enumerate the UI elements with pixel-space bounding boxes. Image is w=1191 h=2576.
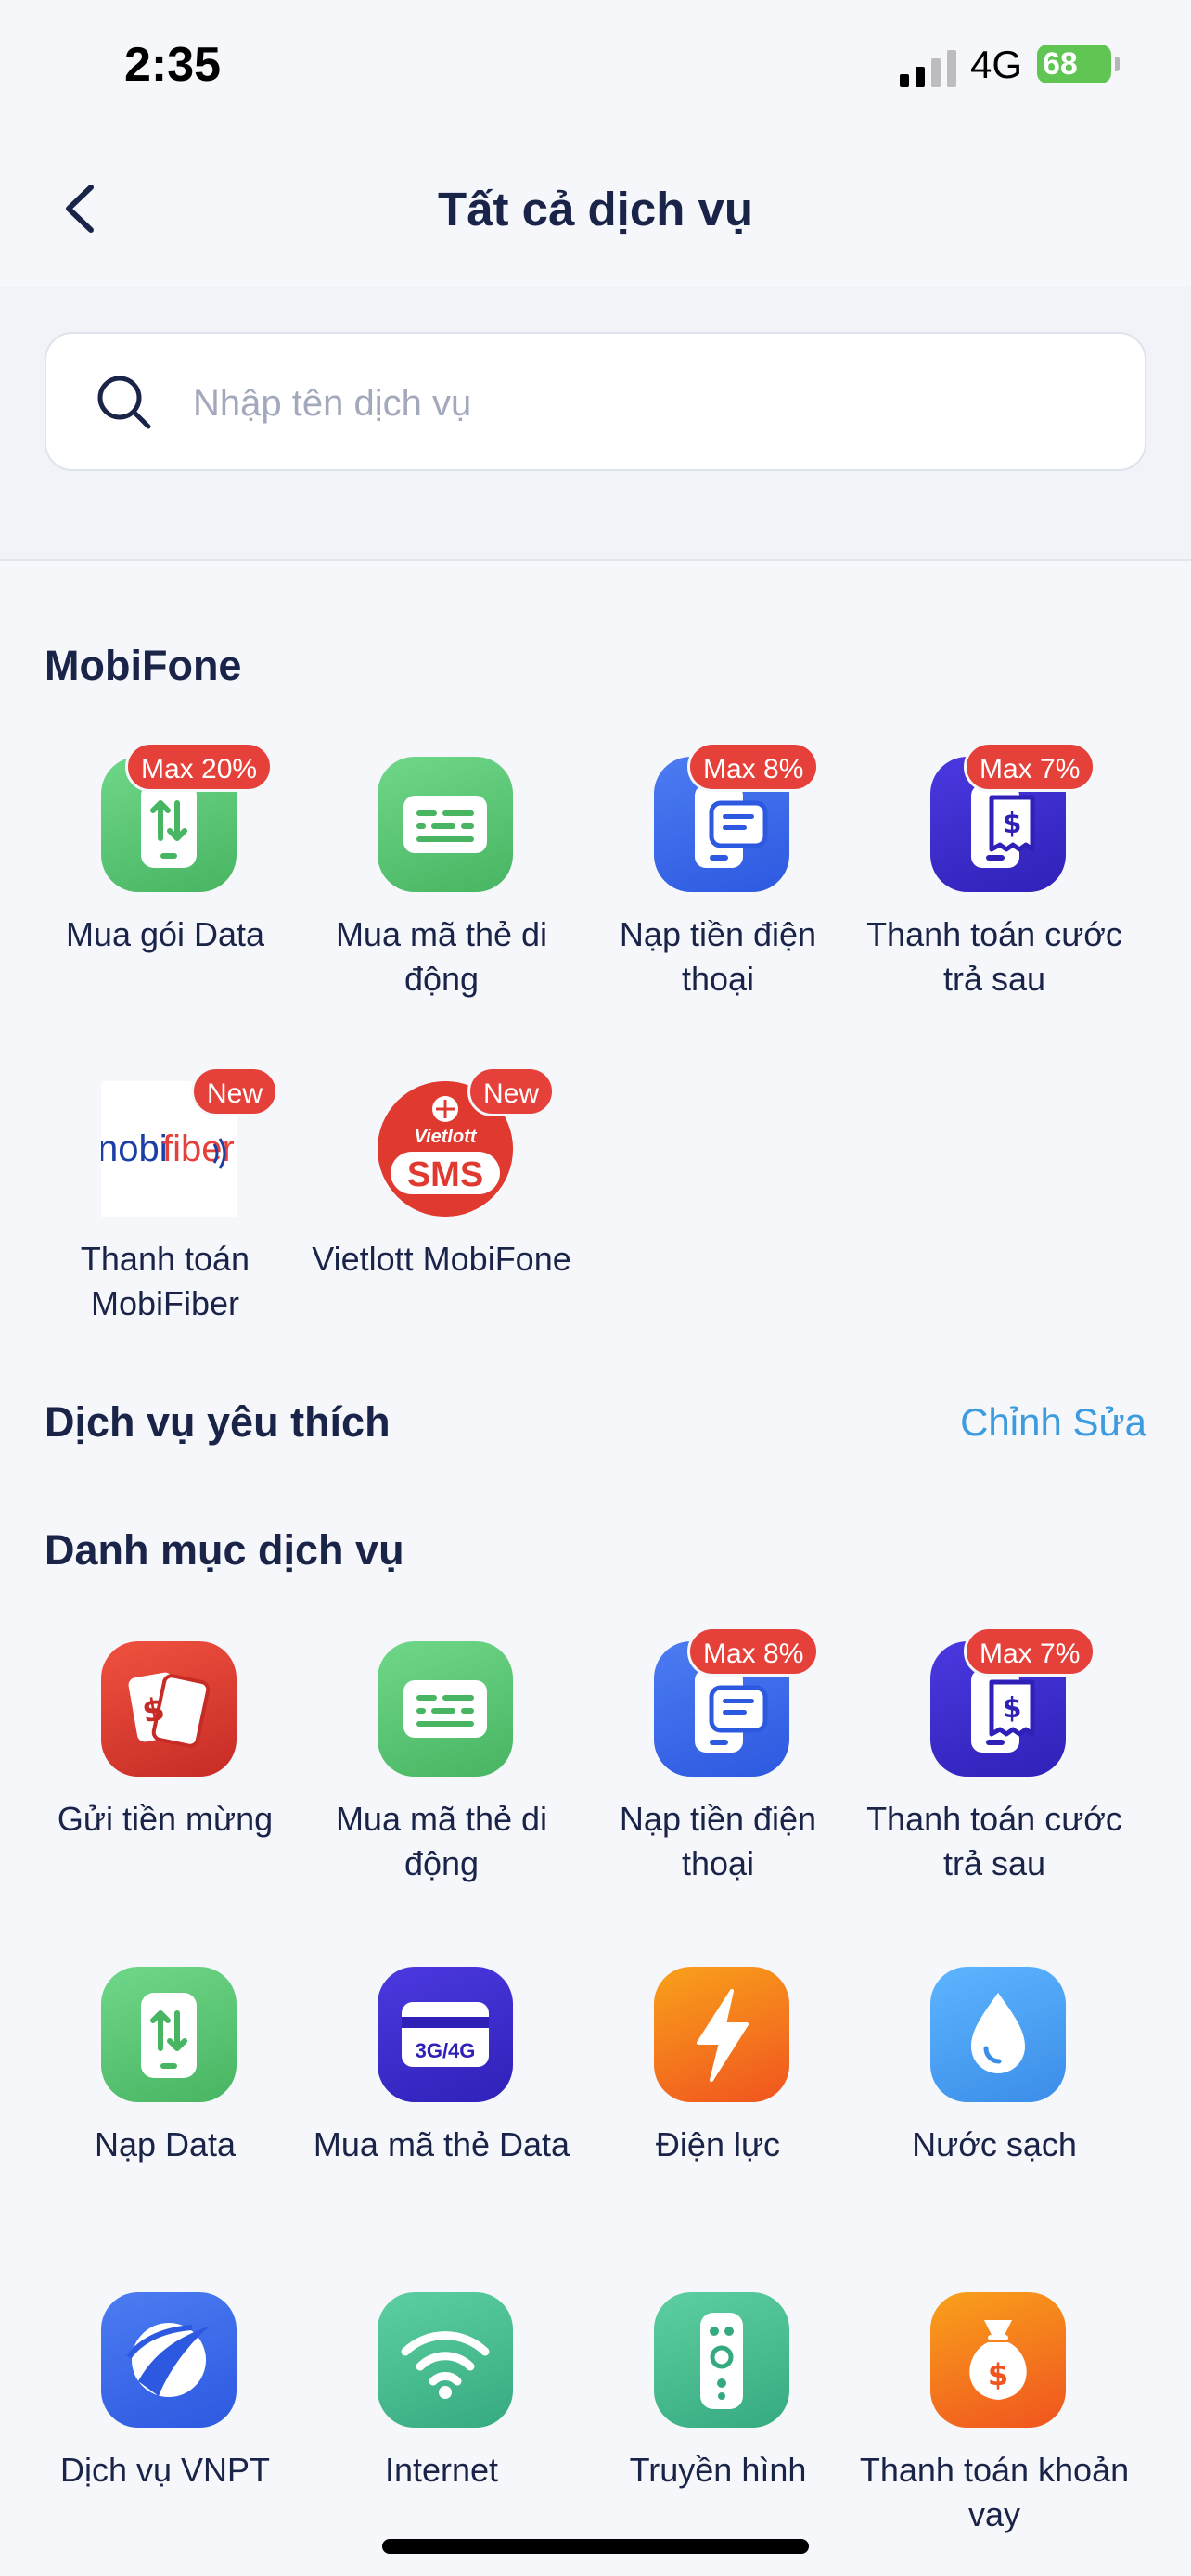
service-tile-phone-topup[interactable]: Max 8% Nạp tiền điện thoại xyxy=(579,742,857,1035)
discount-badge: Max 20% xyxy=(125,742,274,792)
service-label: Mua mã thẻ di động xyxy=(335,915,548,998)
service-label: Mua mã thẻ di động xyxy=(335,1800,548,1882)
search-box[interactable] xyxy=(45,332,1146,471)
service-label: Dịch vụ VNPT xyxy=(59,2451,271,2489)
search-icon xyxy=(97,376,151,429)
search-section xyxy=(0,287,1191,561)
service-tile-gift-money[interactable]: $ Gửi tiền mừng xyxy=(26,1641,304,1919)
service-label: Gửi tiền mừng xyxy=(57,1800,274,1838)
service-tile-mobifiber[interactable]: nobi fiber New Thanh toán MobiFiber xyxy=(26,1066,304,1359)
service-tile-buy-card[interactable]: Mua mã thẻ di động xyxy=(302,757,581,1035)
search-input[interactable] xyxy=(193,371,1028,436)
vietlott-sms-text: SMS xyxy=(407,1155,483,1194)
svg-text:$: $ xyxy=(1003,1692,1022,1725)
service-tile-postpaid[interactable]: $ Max 7% Thanh toán cước trả sau xyxy=(855,742,1133,1035)
battery-icon: 68 xyxy=(1037,45,1111,83)
discount-badge: Max 8% xyxy=(687,742,820,792)
data-card-text: 3G/4G xyxy=(416,2039,476,2062)
service-tile-internet[interactable]: Internet xyxy=(302,2292,581,2570)
service-tile-vietlott[interactable]: SMS Vietlott New Vietlott MobiFone xyxy=(302,1066,581,1359)
lightning-icon xyxy=(654,1967,789,2102)
card-icon xyxy=(378,1641,513,1777)
page-title: Tất cả dịch vụ xyxy=(437,183,754,236)
service-label: Truyền hình xyxy=(629,2451,807,2489)
service-tile-buy-card[interactable]: Mua mã thẻ di động xyxy=(302,1641,581,1919)
edit-favorites-link[interactable]: Chỉnh Sửa xyxy=(960,1400,1146,1445)
service-tile-data-card[interactable]: 3G/4G Mua mã thẻ Data xyxy=(302,1967,581,2245)
service-label: Internet xyxy=(384,2451,499,2489)
service-tile-postpaid[interactable]: $ Max 7% Thanh toán cước trả sau xyxy=(855,1626,1133,1919)
service-tile-tv[interactable]: Truyền hình xyxy=(579,2292,857,2570)
service-tile-loan[interactable]: $ Thanh toán khoản vay xyxy=(855,2292,1133,2570)
discount-badge: Max 7% xyxy=(964,1626,1096,1677)
service-tile-vnpt[interactable]: Dịch vụ VNPT xyxy=(26,2292,304,2570)
network-type: 4G xyxy=(970,43,1023,86)
discount-badge: Max 8% xyxy=(687,1626,820,1677)
status-bar: 2:35 4G 68 xyxy=(0,0,1191,139)
wifi-icon xyxy=(378,2292,513,2428)
service-label: Nạp tiền điện thoại xyxy=(619,1800,817,1882)
service-label: Thanh toán khoản vay xyxy=(859,2451,1130,2533)
money-bag-icon: $ xyxy=(930,2292,1066,2428)
section-title-mobifone: MobiFone xyxy=(45,642,242,689)
remote-control-icon xyxy=(654,2292,789,2428)
section-title-favorites: Dịch vụ yêu thích xyxy=(45,1398,391,1446)
section-title-categories: Danh mục dịch vụ xyxy=(45,1526,404,1574)
service-tile-electricity[interactable]: Điện lực xyxy=(579,1967,857,2245)
service-label: Nạp Data xyxy=(94,2125,237,2163)
svg-text:$: $ xyxy=(988,2357,1008,2392)
service-tile-buy-data[interactable]: Max 20% Mua gói Data xyxy=(26,742,304,1035)
service-tile-water[interactable]: Nước sạch xyxy=(855,1967,1133,2245)
battery-level: 68 xyxy=(1043,46,1078,82)
header: Tất cả dịch vụ xyxy=(0,139,1191,287)
service-tile-phone-topup[interactable]: Max 8% Nạp tiền điện thoại xyxy=(579,1626,857,1919)
service-label: Nạp tiền điện thoại xyxy=(619,915,817,998)
service-tile-topup-data[interactable]: Nạp Data xyxy=(26,1967,304,2245)
data-transfer-icon xyxy=(101,1967,237,2102)
svg-text:$: $ xyxy=(1003,808,1022,840)
vietlott-brand-text: Vietlott xyxy=(414,1127,477,1147)
new-badge: New xyxy=(467,1066,556,1116)
water-drop-icon xyxy=(930,1967,1066,2102)
new-badge: New xyxy=(191,1066,279,1116)
data-card-icon: 3G/4G xyxy=(378,1967,513,2102)
service-label: Thanh toán MobiFiber xyxy=(80,1240,250,1322)
battery-cap xyxy=(1115,57,1120,71)
service-label: Điện lực xyxy=(655,2125,781,2163)
service-label: Thanh toán cước trả sau xyxy=(866,1800,1122,1882)
service-label: Nước sạch xyxy=(912,2125,1077,2163)
service-label: Thanh toán cước trả sau xyxy=(866,915,1122,998)
home-indicator xyxy=(382,2539,809,2554)
status-time: 2:35 xyxy=(124,38,222,92)
service-label: Mua mã thẻ Data xyxy=(313,2125,570,2163)
vnpt-logo xyxy=(101,2292,237,2428)
discount-badge: Max 7% xyxy=(964,742,1096,792)
card-icon xyxy=(378,757,513,892)
gift-money-icon: $ xyxy=(101,1641,237,1777)
service-label: Vietlott MobiFone xyxy=(312,1240,571,1278)
signal-icon xyxy=(900,50,956,87)
service-label: Mua gói Data xyxy=(65,915,265,953)
svg-text:nobi: nobi xyxy=(101,1129,168,1169)
